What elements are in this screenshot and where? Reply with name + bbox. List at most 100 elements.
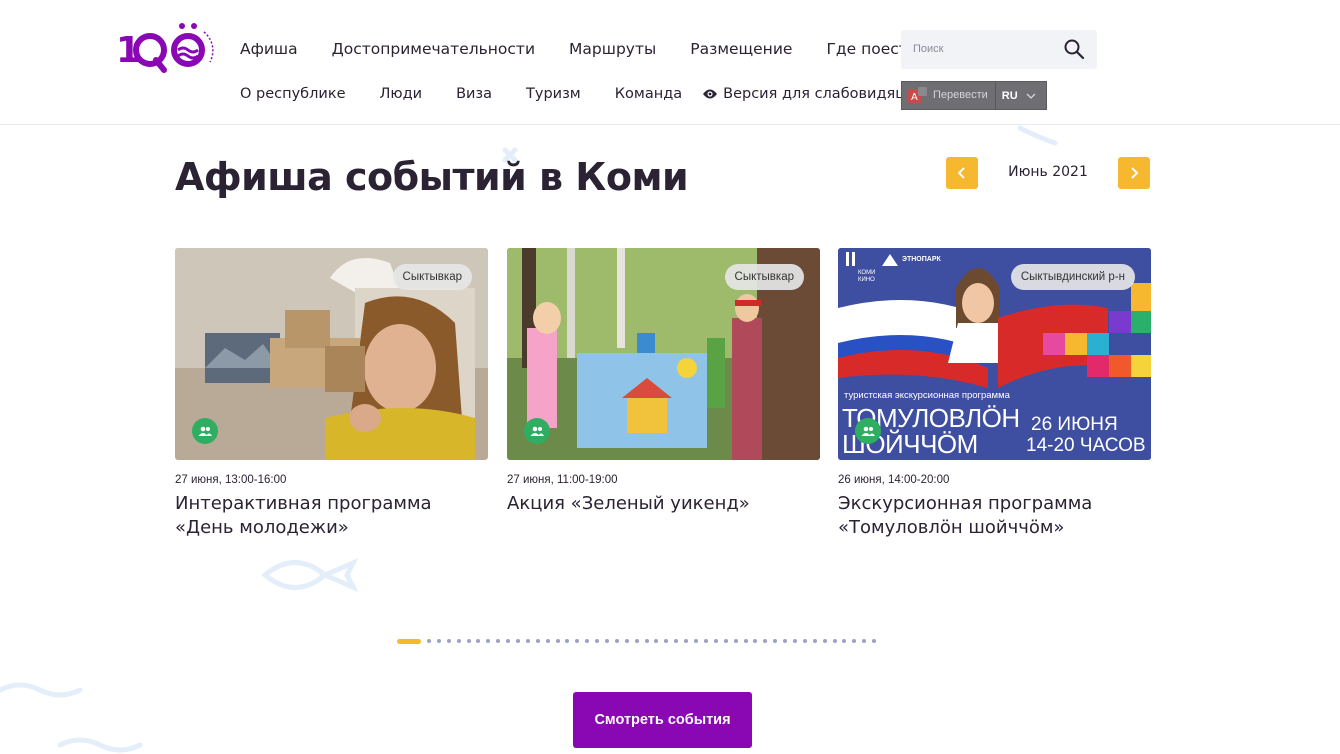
pagination-dot[interactable] xyxy=(842,639,847,643)
pagination-dot[interactable] xyxy=(713,639,718,643)
pagination-dot[interactable] xyxy=(624,639,629,643)
chevron-left-icon xyxy=(957,167,965,179)
location-badge: Сыктывдинский р-н xyxy=(1010,264,1135,290)
pagination-dot[interactable] xyxy=(456,639,461,643)
people-icon xyxy=(855,418,881,444)
language-code[interactable]: RU xyxy=(1002,90,1018,102)
svg-text:A: A xyxy=(911,92,918,103)
pagination-dot[interactable] xyxy=(703,639,708,643)
pagination-dot[interactable] xyxy=(733,639,738,643)
pagination-dot[interactable] xyxy=(832,639,837,643)
accessibility-label: Версия для слабовидящих xyxy=(723,86,927,102)
event-date: 26 июня, 14:00-20:00 xyxy=(838,474,950,486)
event-image[interactable]: КОМИ КИНО ЭТНОПАРК туристская экскурсион… xyxy=(838,248,1151,460)
nav-item-sights[interactable]: Достопримечательности xyxy=(332,40,535,58)
site-header: 1 Афиша Достопримечательности Маршруты Р… xyxy=(0,0,1340,125)
pagination-dot-active[interactable] xyxy=(397,638,421,644)
pagination-dot[interactable] xyxy=(684,639,689,643)
event-title[interactable]: Интерактивная программа «День молодежи» xyxy=(175,492,488,540)
pagination-dot[interactable] xyxy=(595,639,600,643)
location-badge: Сыктывкар xyxy=(392,264,472,290)
event-title[interactable]: Экскурсионная программа «Томуловлӧн шойч… xyxy=(838,492,1151,540)
people-icon xyxy=(524,418,550,444)
pagination-dot[interactable] xyxy=(674,639,679,643)
accessibility-link[interactable]: Версия для слабовидящих xyxy=(702,86,927,102)
pagination-dot[interactable] xyxy=(486,639,491,643)
pagination-dot[interactable] xyxy=(773,639,778,643)
event-date: 27 июня, 11:00-19:00 xyxy=(507,474,618,486)
poster-date: 26 ИЮНЯ xyxy=(1031,414,1118,435)
pagination-dot[interactable] xyxy=(446,639,451,643)
event-title[interactable]: Акция «Зеленый уикенд» xyxy=(507,492,820,516)
pagination-dot[interactable] xyxy=(545,639,550,643)
people-icon xyxy=(192,418,218,444)
nav-item-people[interactable]: Люди xyxy=(380,86,423,102)
pagination-dot[interactable] xyxy=(812,639,817,643)
view-events-button[interactable]: Смотреть события xyxy=(573,692,752,748)
pagination-dot[interactable] xyxy=(506,639,511,643)
secondary-nav: О республике Люди Виза Туризм Команда Ве… xyxy=(240,86,927,102)
search-input[interactable] xyxy=(913,39,1063,59)
pagination-dot[interactable] xyxy=(605,639,610,643)
pagination-dot[interactable] xyxy=(585,639,590,643)
pagination-dot[interactable] xyxy=(525,639,530,643)
pagination-dot[interactable] xyxy=(664,639,669,643)
pagination-dot[interactable] xyxy=(575,639,580,643)
pagination-dot[interactable] xyxy=(872,639,877,643)
poster-subtitle: туристская экскурсионная программа xyxy=(844,390,1010,401)
pagination-dot[interactable] xyxy=(516,639,521,643)
pagination-dot[interactable] xyxy=(436,639,441,643)
nav-item-team[interactable]: Команда xyxy=(615,86,682,102)
nav-item-routes[interactable]: Маршруты xyxy=(569,40,656,58)
pagination-dot[interactable] xyxy=(535,639,540,643)
pagination-dot[interactable] xyxy=(753,639,758,643)
pagination-dot[interactable] xyxy=(654,639,659,643)
pagination-dot[interactable] xyxy=(466,639,471,643)
search-box xyxy=(901,30,1097,69)
event-card[interactable]: КОМИ КИНО ЭТНОПАРК туристская экскурсион… xyxy=(838,248,1151,540)
pagination-dot[interactable] xyxy=(723,639,728,643)
event-date: 27 июня, 13:00-16:00 xyxy=(175,474,287,486)
pagination-dot[interactable] xyxy=(852,639,857,643)
previous-month-button[interactable] xyxy=(946,157,978,189)
page-title: Афиша событий в Коми xyxy=(175,155,689,199)
pagination-dot[interactable] xyxy=(763,639,768,643)
site-logo[interactable]: 1 xyxy=(116,22,216,78)
pagination-dot[interactable] xyxy=(496,639,501,643)
translate-widget[interactable]: A Перевести RU xyxy=(901,81,1047,110)
current-month: Июнь 2021 xyxy=(1008,164,1088,180)
nav-item-about[interactable]: О республике xyxy=(240,86,346,102)
nav-item-afisha[interactable]: Афиша xyxy=(240,40,298,58)
event-card[interactable]: Сыктывкар 27 июня, 13:00-16:00 Интеракти… xyxy=(175,248,488,540)
nav-item-accommodation[interactable]: Размещение xyxy=(690,40,792,58)
pagination-dot[interactable] xyxy=(555,639,560,643)
pagination-dot[interactable] xyxy=(476,639,481,643)
pagination-dot[interactable] xyxy=(694,639,699,643)
pagination-dot[interactable] xyxy=(614,639,619,643)
translate-icon: A xyxy=(908,86,927,103)
nav-item-tourism[interactable]: Туризм xyxy=(526,86,581,102)
chevron-down-icon[interactable] xyxy=(1026,92,1036,100)
pagination-dot[interactable] xyxy=(822,639,827,643)
pagination-dot[interactable] xyxy=(743,639,748,643)
poster-time: 14-20 ЧАСОВ xyxy=(1026,435,1146,456)
pagination-dot[interactable] xyxy=(427,639,431,643)
translate-label: Перевести xyxy=(933,82,996,109)
location-badge: Сыктывкар xyxy=(724,264,804,290)
eye-icon xyxy=(703,89,718,99)
event-image[interactable]: Сыктывкар xyxy=(175,248,488,460)
poster-brand-kino: КОМИ КИНО xyxy=(858,270,876,283)
pagination-dot[interactable] xyxy=(802,639,807,643)
pagination-dot[interactable] xyxy=(565,639,570,643)
pagination-dot[interactable] xyxy=(792,639,797,643)
next-month-button[interactable] xyxy=(1118,157,1150,189)
event-image[interactable]: Сыктывкар xyxy=(507,248,820,460)
search-icon[interactable] xyxy=(1063,38,1085,60)
pagination-dot[interactable] xyxy=(783,639,788,643)
pagination-dot[interactable] xyxy=(634,639,639,643)
pagination-dot[interactable] xyxy=(644,639,649,643)
event-card[interactable]: Сыктывкар 27 июня, 11:00-19:00 Акция «Зе… xyxy=(507,248,820,516)
nav-item-visa[interactable]: Виза xyxy=(456,86,492,102)
chevron-right-icon xyxy=(1131,167,1139,179)
pagination-dot[interactable] xyxy=(862,639,867,643)
